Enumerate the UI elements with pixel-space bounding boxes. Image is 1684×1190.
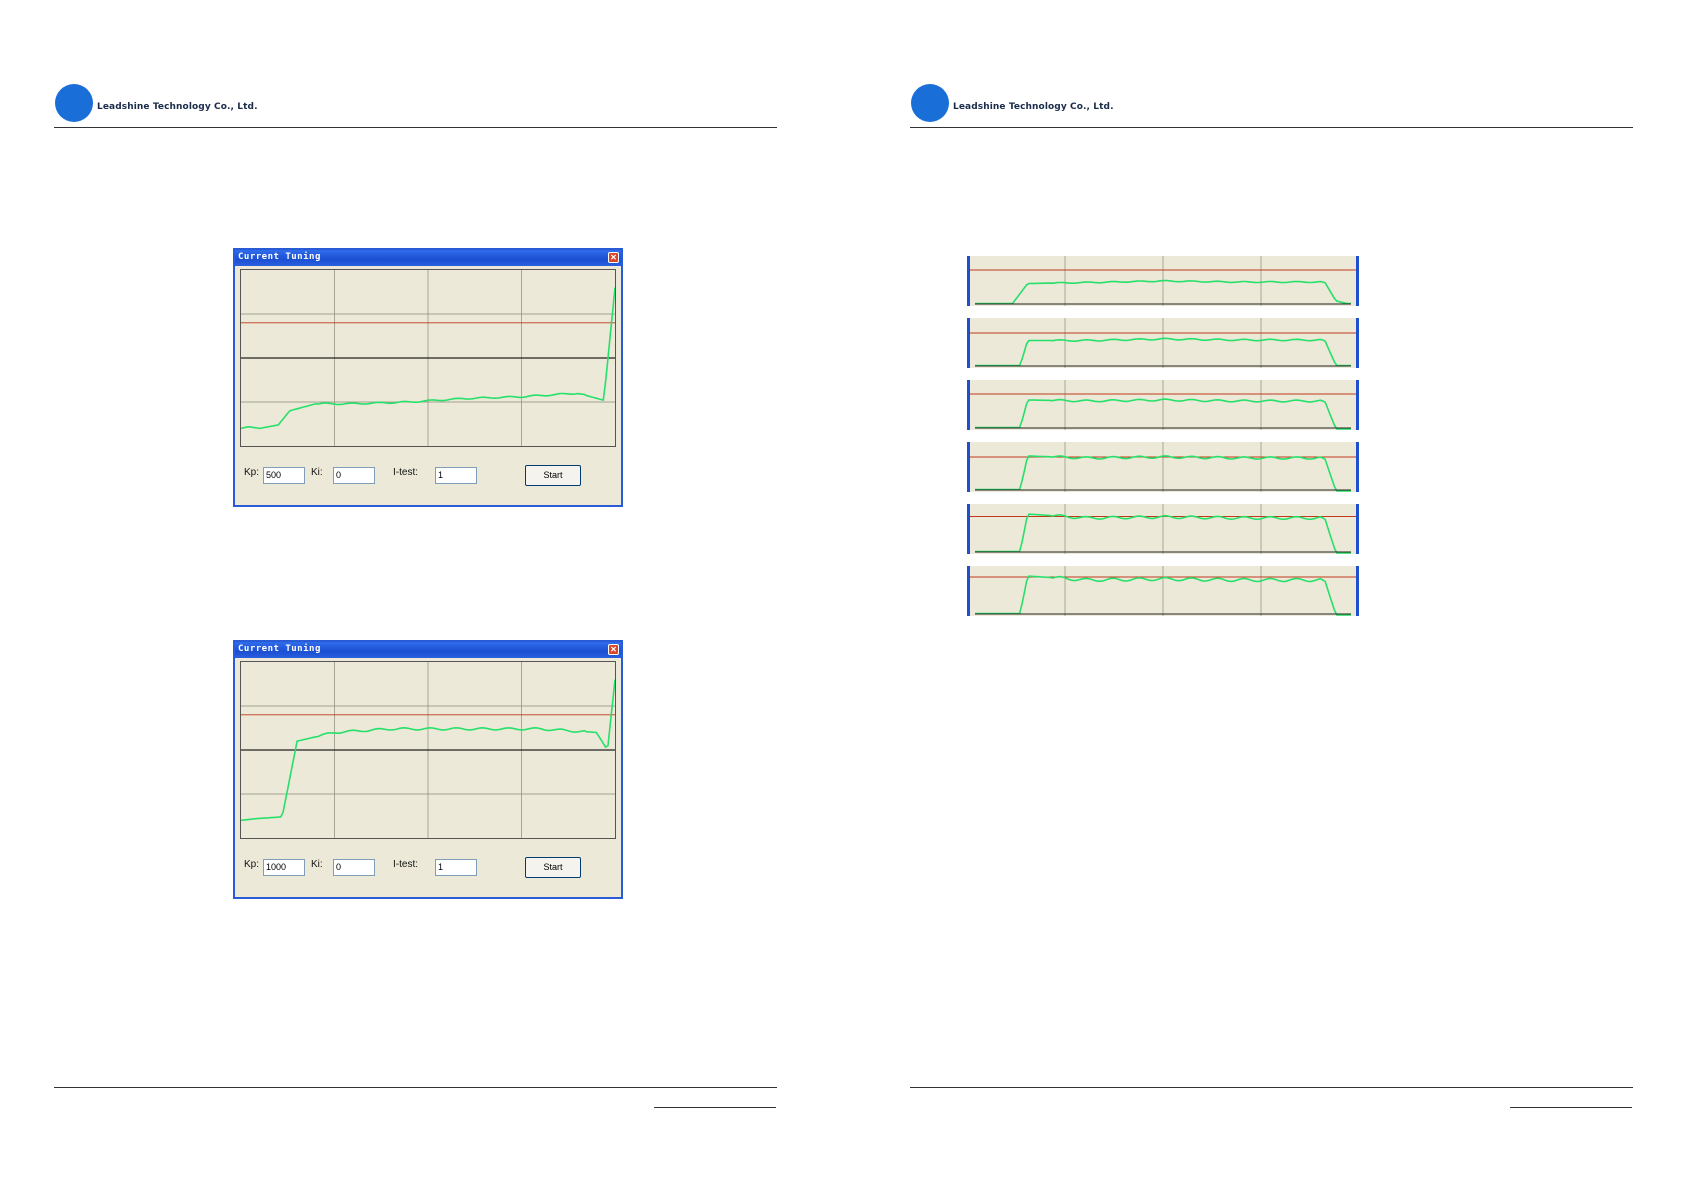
right-page: Leadshine Technology Co., Ltd. (854, 0, 1684, 1190)
right-edge-bar (1356, 318, 1359, 368)
kp-input[interactable]: 500 (263, 467, 305, 484)
tuning-plot (240, 269, 616, 447)
start-button[interactable]: Start (525, 857, 581, 878)
footer-rule (910, 1087, 1633, 1088)
window-title: Current Tuning (238, 644, 321, 654)
company-logo-icon (55, 84, 93, 122)
response-strip-6 (967, 566, 1359, 616)
window-title: Current Tuning (238, 252, 321, 262)
left-edge-bar (967, 318, 970, 368)
strip-svg (967, 442, 1359, 492)
strip-svg (967, 566, 1359, 616)
left-edge-bar (967, 442, 970, 492)
response-strip-5 (967, 504, 1359, 554)
left-edge-bar (967, 566, 970, 616)
tuning-plot-svg (240, 662, 616, 838)
footer-short-rule (654, 1107, 776, 1108)
left-edge-bar (967, 380, 970, 430)
left-edge-bar (967, 256, 970, 306)
response-strip-1 (967, 256, 1359, 306)
company-logo-icon (911, 84, 949, 122)
itest-input[interactable]: 1 (435, 859, 477, 876)
ki-input[interactable]: 0 (333, 467, 375, 484)
footer-short-rule (1510, 1107, 1632, 1108)
strip-svg (967, 318, 1359, 368)
strip-svg (967, 256, 1359, 306)
kp-label: Kp: (244, 467, 260, 478)
right-edge-bar (1356, 380, 1359, 430)
left-edge-bar (967, 504, 970, 554)
itest-label: I-test: (393, 467, 419, 478)
close-icon[interactable]: ✕ (608, 252, 619, 263)
current-tuning-window-2: Current Tuning ✕ Kp: 1000 Ki: 0 I-test: … (233, 640, 623, 899)
ki-input[interactable]: 0 (333, 859, 375, 876)
tuning-plot (240, 661, 616, 839)
right-edge-bar (1356, 566, 1359, 616)
current-tuning-window-1: Current Tuning ✕ Kp: 500 Ki: 0 I-test: 1… (233, 248, 623, 507)
start-button[interactable]: Start (525, 465, 581, 486)
right-edge-bar (1356, 442, 1359, 492)
company-name: Leadshine Technology Co., Ltd. (97, 102, 258, 112)
company-name: Leadshine Technology Co., Ltd. (953, 102, 1114, 112)
ki-label: Ki: (311, 859, 323, 870)
strip-svg (967, 504, 1359, 554)
itest-input[interactable]: 1 (435, 467, 477, 484)
itest-label: I-test: (393, 859, 419, 870)
strip-svg (967, 380, 1359, 430)
header-rule (54, 127, 777, 128)
ki-label: Ki: (311, 467, 323, 478)
footer-rule (54, 1087, 777, 1088)
response-strip-3 (967, 380, 1359, 430)
kp-label: Kp: (244, 859, 260, 870)
tuning-plot-svg (240, 270, 616, 446)
right-edge-bar (1356, 504, 1359, 554)
header-rule (910, 127, 1633, 128)
response-strip-2 (967, 318, 1359, 368)
window-titlebar: Current Tuning ✕ (235, 642, 621, 658)
kp-input[interactable]: 1000 (263, 859, 305, 876)
left-page: Leadshine Technology Co., Ltd. Current T… (0, 0, 842, 1190)
right-edge-bar (1356, 256, 1359, 306)
close-icon[interactable]: ✕ (608, 644, 619, 655)
response-strip-4 (967, 442, 1359, 492)
window-titlebar: Current Tuning ✕ (235, 250, 621, 266)
